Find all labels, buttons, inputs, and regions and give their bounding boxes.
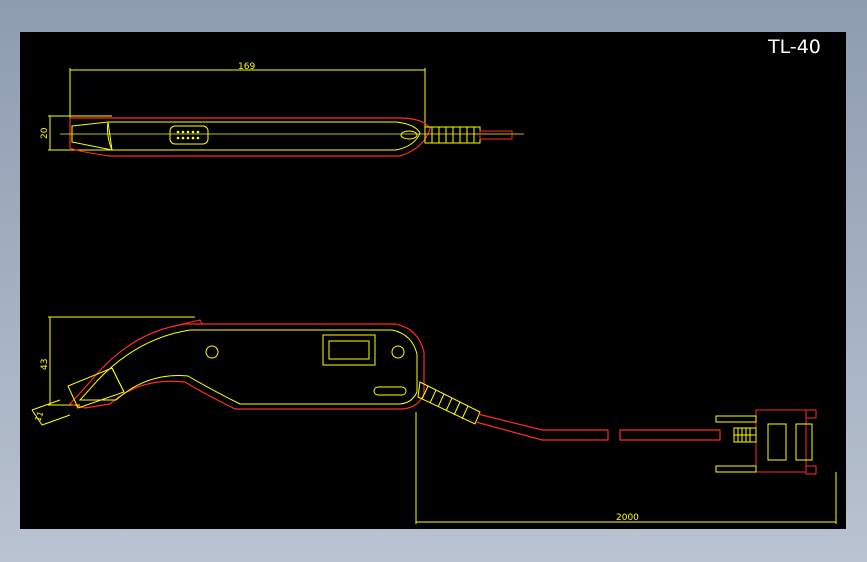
dim-top-height: 20: [40, 127, 50, 139]
dim-side-height: 43: [40, 359, 50, 370]
dim-top-length: 169: [238, 62, 255, 72]
dim-tip-size: 11: [33, 410, 45, 423]
top-view: 169 20: [40, 62, 524, 157]
dim-cable-length: 2000: [616, 513, 639, 523]
cad-canvas: TL-40 169 20 43 11 2000: [20, 32, 846, 529]
drawing-title: TL-40: [767, 36, 821, 58]
side-view: 43 11 2000: [31, 316, 837, 524]
drawing-svg: TL-40 169 20 43 11 2000: [31, 36, 837, 524]
